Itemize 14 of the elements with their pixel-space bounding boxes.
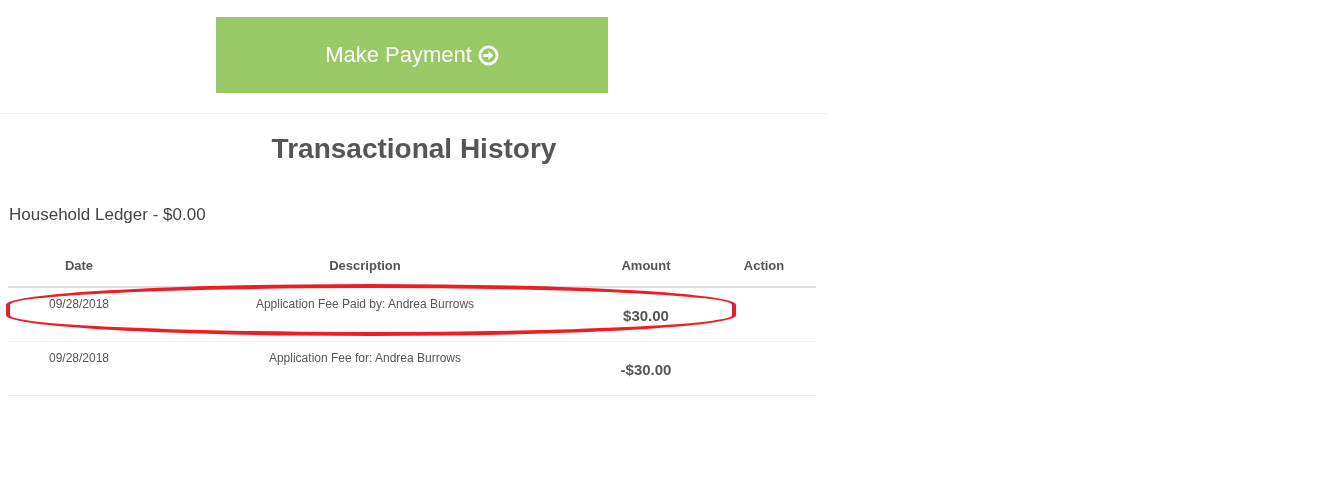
description-cell: Application Fee for: Andrea Burrows <box>268 351 462 365</box>
ledger-balance: Household Ledger - $0.00 <box>9 205 207 225</box>
section-title: Transactional History <box>270 132 558 166</box>
column-header: Description <box>329 258 401 273</box>
make-payment-button[interactable]: Make Payment <box>216 17 608 93</box>
arrow-circle-icon <box>477 44 499 66</box>
column-header: Date <box>64 258 94 273</box>
column-header: Action <box>743 258 785 273</box>
amount-cell: -$30.00 <box>620 361 672 378</box>
column-header: Amount <box>621 258 671 273</box>
date-cell: 09/28/2018 <box>48 297 110 311</box>
date-cell: 09/28/2018 <box>48 351 110 365</box>
description-cell: Application Fee Paid by: Andrea Burrows <box>255 297 475 311</box>
amount-cell: $30.00 <box>623 307 669 324</box>
